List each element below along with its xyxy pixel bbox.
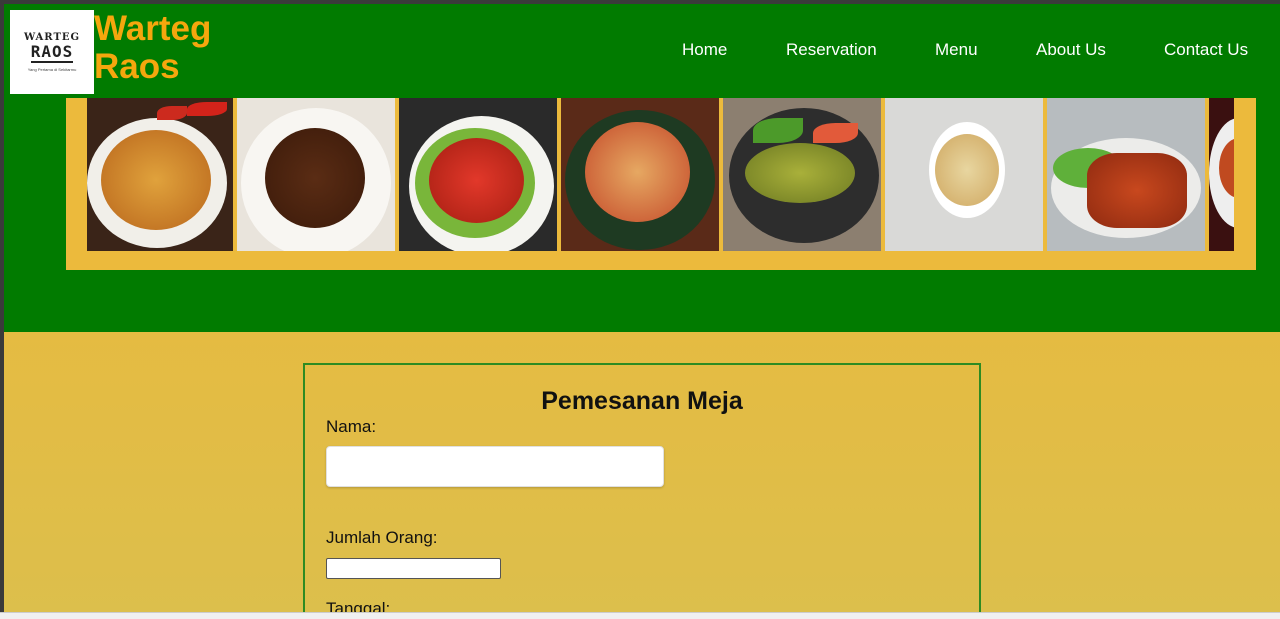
horizontal-scrollbar[interactable] xyxy=(0,612,1280,619)
nav-reservation[interactable]: Reservation xyxy=(786,40,877,60)
page: WARTEG RAOS Yang Pertama di Sekitarmu Wa… xyxy=(4,4,1280,619)
nav-contact-us[interactable]: Contact Us xyxy=(1164,40,1248,60)
nav-menu[interactable]: Menu xyxy=(935,40,978,60)
reservation-section: Pemesanan Meja Nama: Jumlah Orang: Tangg… xyxy=(4,332,1280,619)
site-header: WARTEG RAOS Yang Pertama di Sekitarmu Wa… xyxy=(4,4,1280,332)
form-title: Pemesanan Meja xyxy=(541,387,743,415)
dish-image-sayur-pedas xyxy=(561,98,719,251)
dish-image-dendeng-balado xyxy=(1047,98,1205,251)
dish-image-mie-goreng xyxy=(87,98,233,251)
food-banner xyxy=(66,98,1256,270)
food-image-strip xyxy=(87,98,1234,251)
dish-image-sate xyxy=(237,98,395,251)
nama-label: Nama: xyxy=(326,417,377,436)
logo-tagline: Yang Pertama di Sekitarmu xyxy=(27,67,77,72)
reservation-form: Pemesanan Meja Nama: Jumlah Orang: Tangg… xyxy=(303,363,981,619)
logo-line2: RAOS xyxy=(30,42,74,63)
brand-title: Warteg Raos xyxy=(94,10,211,86)
brand-title-line1: Warteg xyxy=(94,9,212,48)
nav-home[interactable]: Home xyxy=(682,40,727,60)
jumlah-orang-input[interactable] xyxy=(326,558,501,579)
nav-about-us[interactable]: About Us xyxy=(1036,40,1106,60)
jumlah-orang-label: Jumlah Orang: xyxy=(326,528,438,547)
nama-input[interactable] xyxy=(326,446,664,487)
logo[interactable]: WARTEG RAOS Yang Pertama di Sekitarmu xyxy=(10,10,94,94)
brand-title-line2: Raos xyxy=(94,47,180,86)
dish-image-sup-ayam xyxy=(885,98,1043,251)
dish-image-partial xyxy=(1209,98,1234,251)
dish-image-ikan-bakar xyxy=(723,98,881,251)
dish-image-balado xyxy=(399,98,557,251)
